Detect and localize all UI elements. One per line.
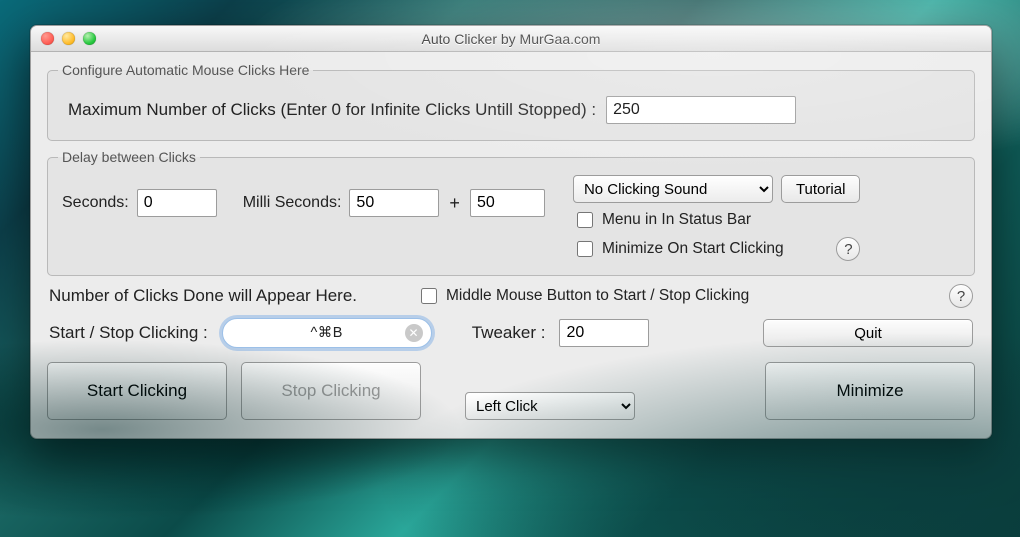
delay-legend: Delay between Clicks	[58, 149, 200, 165]
help-icon[interactable]: ?	[836, 237, 860, 261]
clear-icon[interactable]: ✕	[405, 324, 423, 342]
start-clicking-button[interactable]: Start Clicking	[47, 362, 227, 420]
titlebar: Auto Clicker by MurGaa.com	[31, 26, 991, 52]
menu-statusbar-input[interactable]	[577, 212, 593, 228]
help-icon-2[interactable]: ?	[949, 284, 973, 308]
minimize-on-start-checkbox[interactable]: Minimize On Start Clicking	[573, 238, 784, 260]
seconds-label: Seconds:	[62, 194, 129, 212]
delay-group: Delay between Clicks Seconds: Milli Seco…	[47, 149, 975, 276]
tweaker-label: Tweaker :	[472, 323, 546, 343]
middle-mouse-input[interactable]	[421, 288, 437, 304]
ms-input-1[interactable]	[349, 189, 439, 217]
seconds-input[interactable]	[137, 189, 217, 217]
configure-legend: Configure Automatic Mouse Clicks Here	[58, 62, 313, 78]
minimize-button[interactable]: Minimize	[765, 362, 975, 420]
tutorial-button[interactable]: Tutorial	[781, 175, 860, 203]
sound-select[interactable]: No Clicking Sound	[573, 175, 773, 203]
menu-statusbar-checkbox[interactable]: Menu in In Status Bar	[573, 209, 860, 231]
middle-mouse-checkbox[interactable]: Middle Mouse Button to Start / Stop Clic…	[417, 285, 749, 307]
stop-clicking-button[interactable]: Stop Clicking	[241, 362, 421, 420]
status-text: Number of Clicks Done will Appear Here.	[49, 286, 357, 306]
max-clicks-label: Maximum Number of Clicks (Enter 0 for In…	[68, 100, 596, 120]
max-clicks-input[interactable]	[606, 96, 796, 124]
window-content: Configure Automatic Mouse Clicks Here Ma…	[31, 52, 991, 438]
hotkey-value: ^⌘B	[310, 325, 342, 341]
close-icon[interactable]	[41, 32, 54, 45]
hotkey-field[interactable]: ^⌘B ✕	[222, 318, 432, 348]
zoom-icon[interactable]	[83, 32, 96, 45]
click-type-select[interactable]: Left Click	[465, 392, 635, 420]
ms-label: Milli Seconds:	[243, 194, 342, 212]
app-window: Auto Clicker by MurGaa.com Configure Aut…	[30, 25, 992, 439]
quit-button[interactable]: Quit	[763, 319, 973, 347]
minimize-icon[interactable]	[62, 32, 75, 45]
configure-group: Configure Automatic Mouse Clicks Here Ma…	[47, 62, 975, 141]
ms-input-2[interactable]	[470, 189, 545, 217]
traffic-lights	[41, 32, 96, 45]
tweaker-input[interactable]	[559, 319, 649, 347]
window-title: Auto Clicker by MurGaa.com	[31, 31, 991, 47]
hotkey-label: Start / Stop Clicking :	[49, 323, 208, 343]
minimize-on-start-input[interactable]	[577, 241, 593, 257]
plus-label: +	[447, 193, 462, 214]
